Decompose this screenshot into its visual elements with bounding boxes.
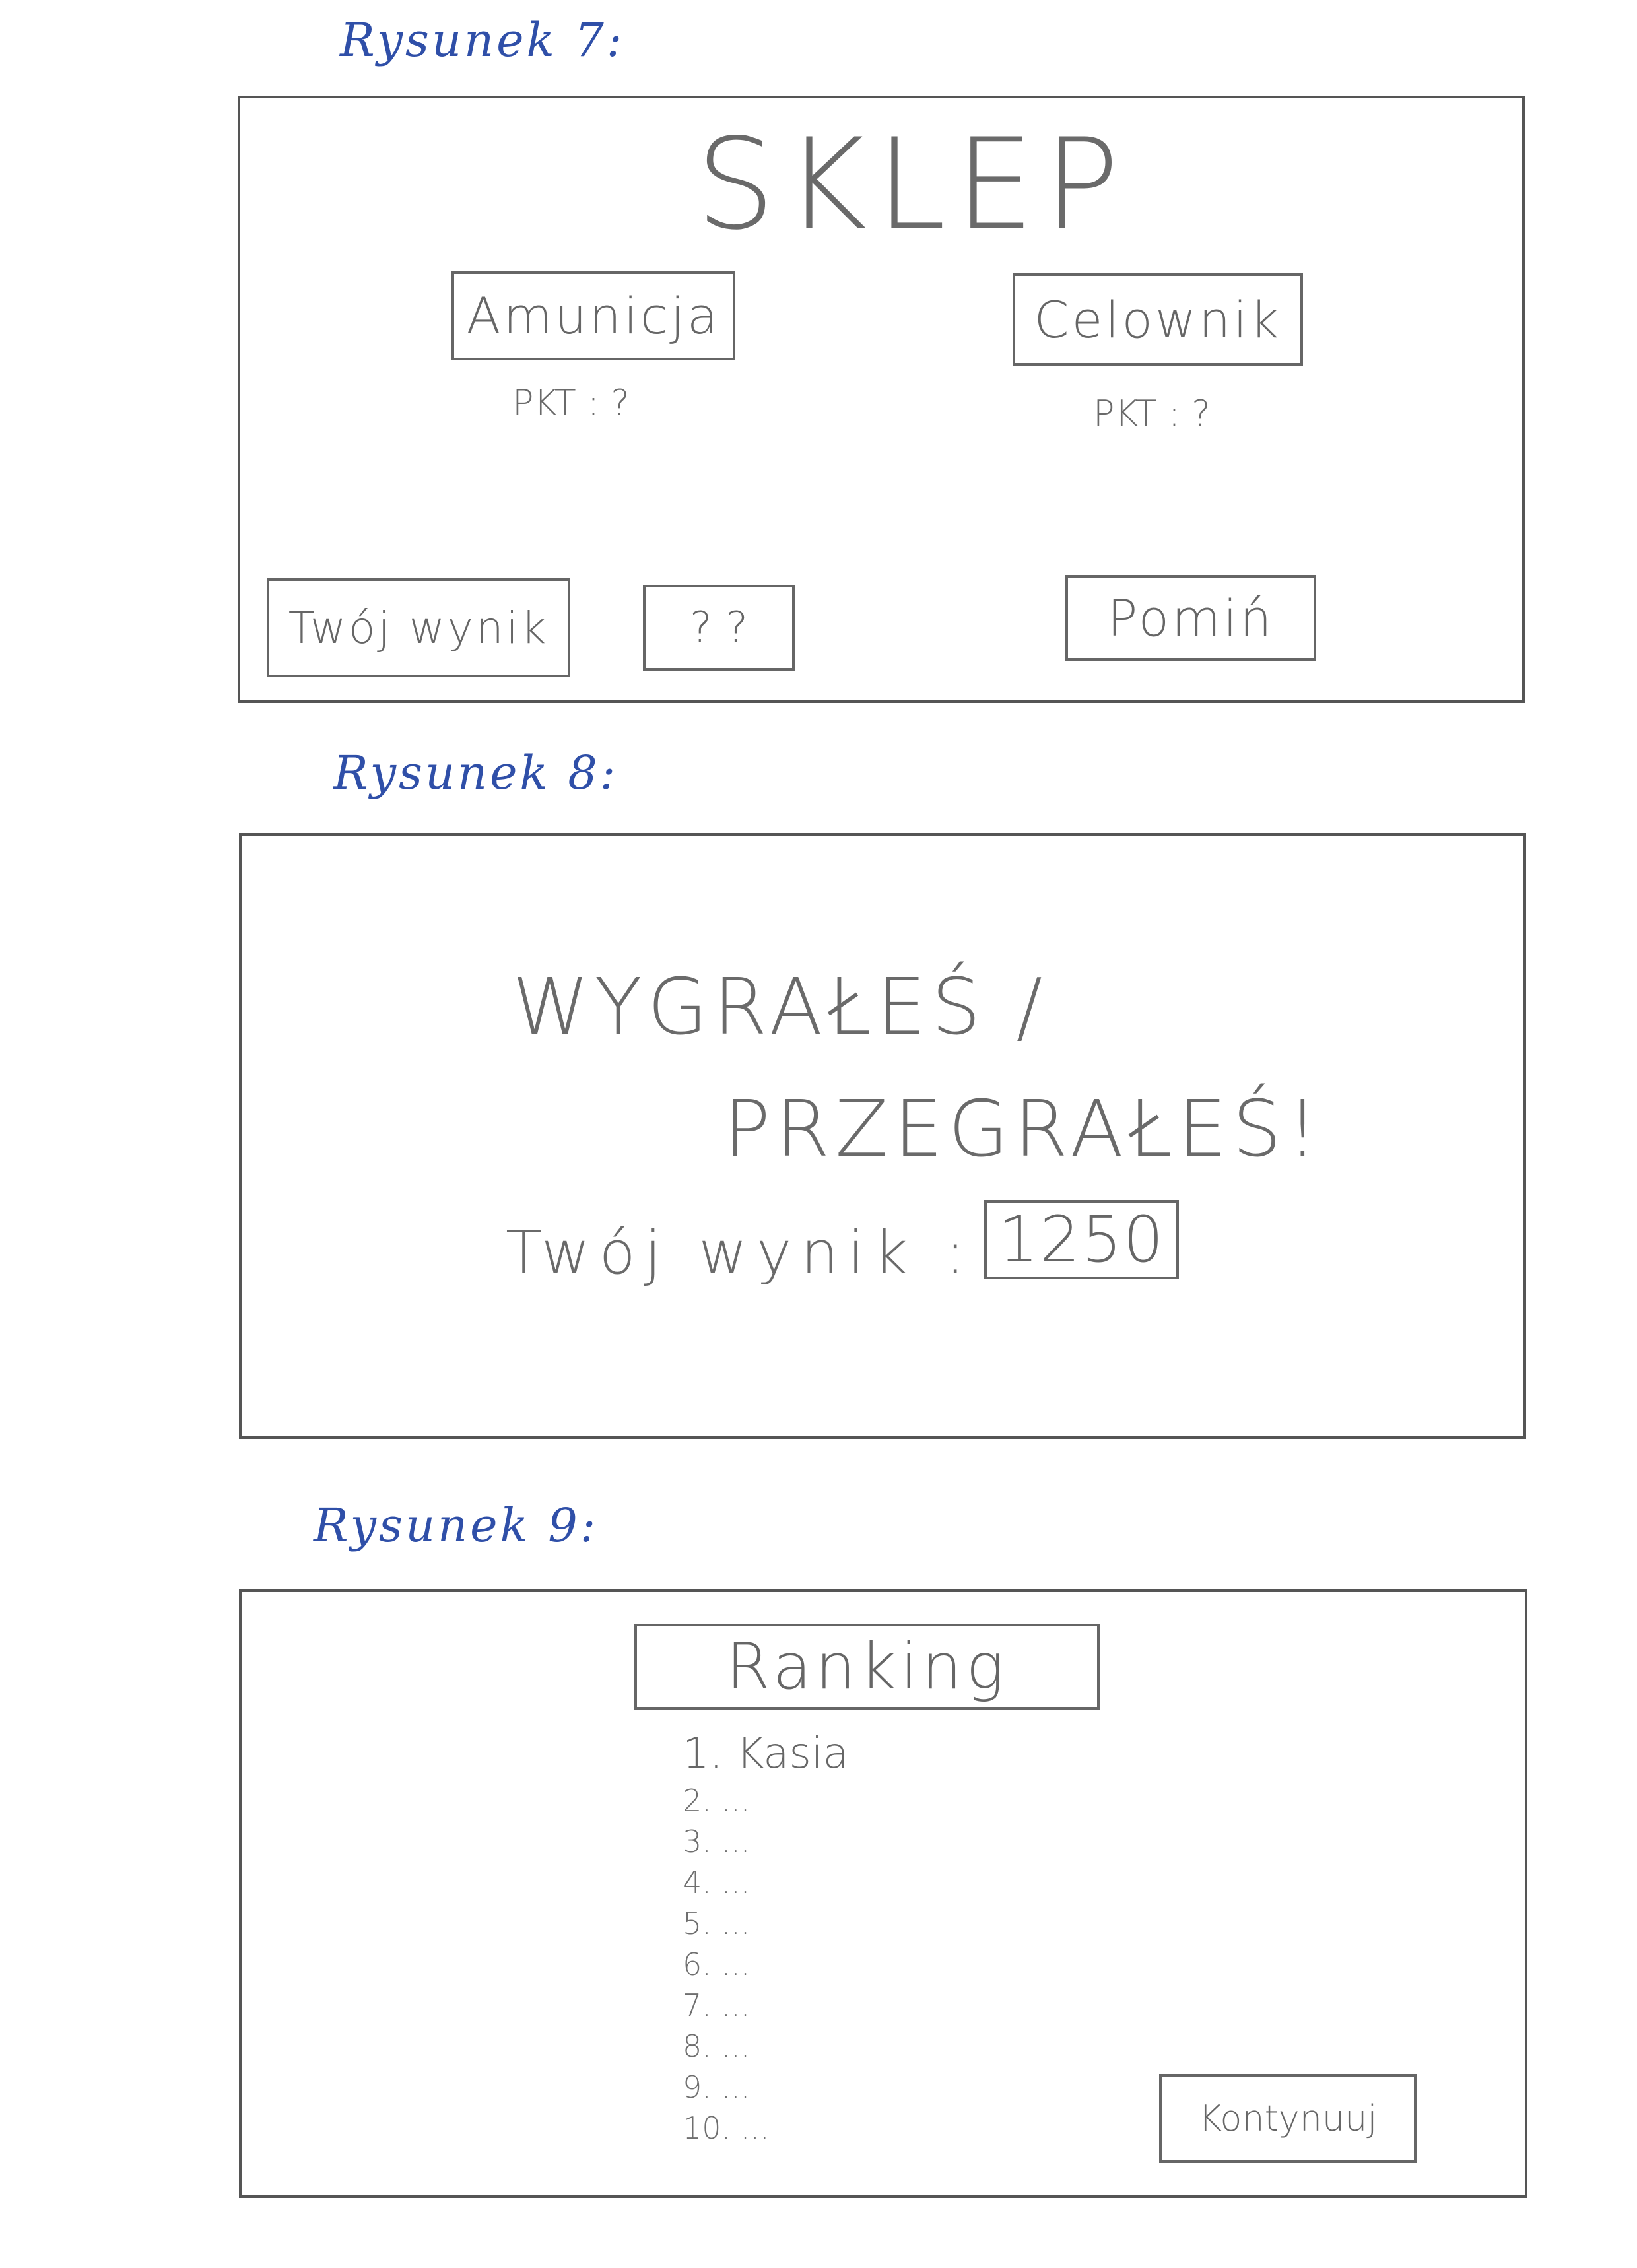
continue-button[interactable]: Kontynuuj [1159, 2074, 1417, 2163]
figure-7-caption: Rysunek 7: [340, 13, 625, 67]
scope-points: PKT : ? [1093, 393, 1211, 434]
ranking-entry: 4. ... [683, 1865, 751, 1900]
your-score-button[interactable]: Twój wynik [267, 578, 570, 677]
ranking-entry: 10. ... [683, 2110, 770, 2146]
result-line-1: WYGRAŁEŚ / [512, 961, 1048, 1052]
result-screen: WYGRAŁEŚ / PRZEGRAŁEŚ! Twój wynik : 1250 [239, 833, 1526, 1439]
ranking-entry: 6. ... [683, 1947, 751, 1982]
ranking-entry: 9. ... [683, 2069, 751, 2105]
ranking-title: Ranking [634, 1624, 1100, 1710]
result-line-2: PRZEGRAŁEŚ! [723, 1083, 1323, 1174]
score-value-box: ? ? [643, 585, 795, 671]
shop-screen: SKLEP Amunicja PKT : ? Celownik PKT : ? … [238, 96, 1525, 703]
final-score-box: 1250 [984, 1200, 1179, 1279]
ranking-entry: 8. ... [683, 2028, 751, 2064]
shop-title: SKLEP [696, 112, 1129, 257]
ranking-entry: 5. ... [683, 1906, 751, 1941]
ranking-entry: 3. ... [683, 1824, 751, 1859]
your-score-label: Twój wynik : [506, 1218, 975, 1288]
skip-button[interactable]: Pomiń [1065, 575, 1316, 661]
ammo-points: PKT : ? [512, 382, 630, 424]
scope-button[interactable]: Celownik [1013, 273, 1303, 366]
figure-9-caption: Rysunek 9: [314, 1498, 599, 1552]
figure-8-caption: Rysunek 8: [333, 746, 618, 800]
ranking-screen: Ranking 1. Kasia 2. ... 3. ... 4. ... 5.… [239, 1589, 1527, 2198]
ranking-entry: 1. Kasia [683, 1729, 849, 1778]
ammo-button[interactable]: Amunicja [451, 271, 735, 360]
ranking-entry: 7. ... [683, 1987, 751, 2023]
ranking-entry: 2. ... [683, 1783, 751, 1818]
ranking-list: 1. Kasia 2. ... 3. ... 4. ... 5. ... 6. … [683, 1727, 849, 2149]
